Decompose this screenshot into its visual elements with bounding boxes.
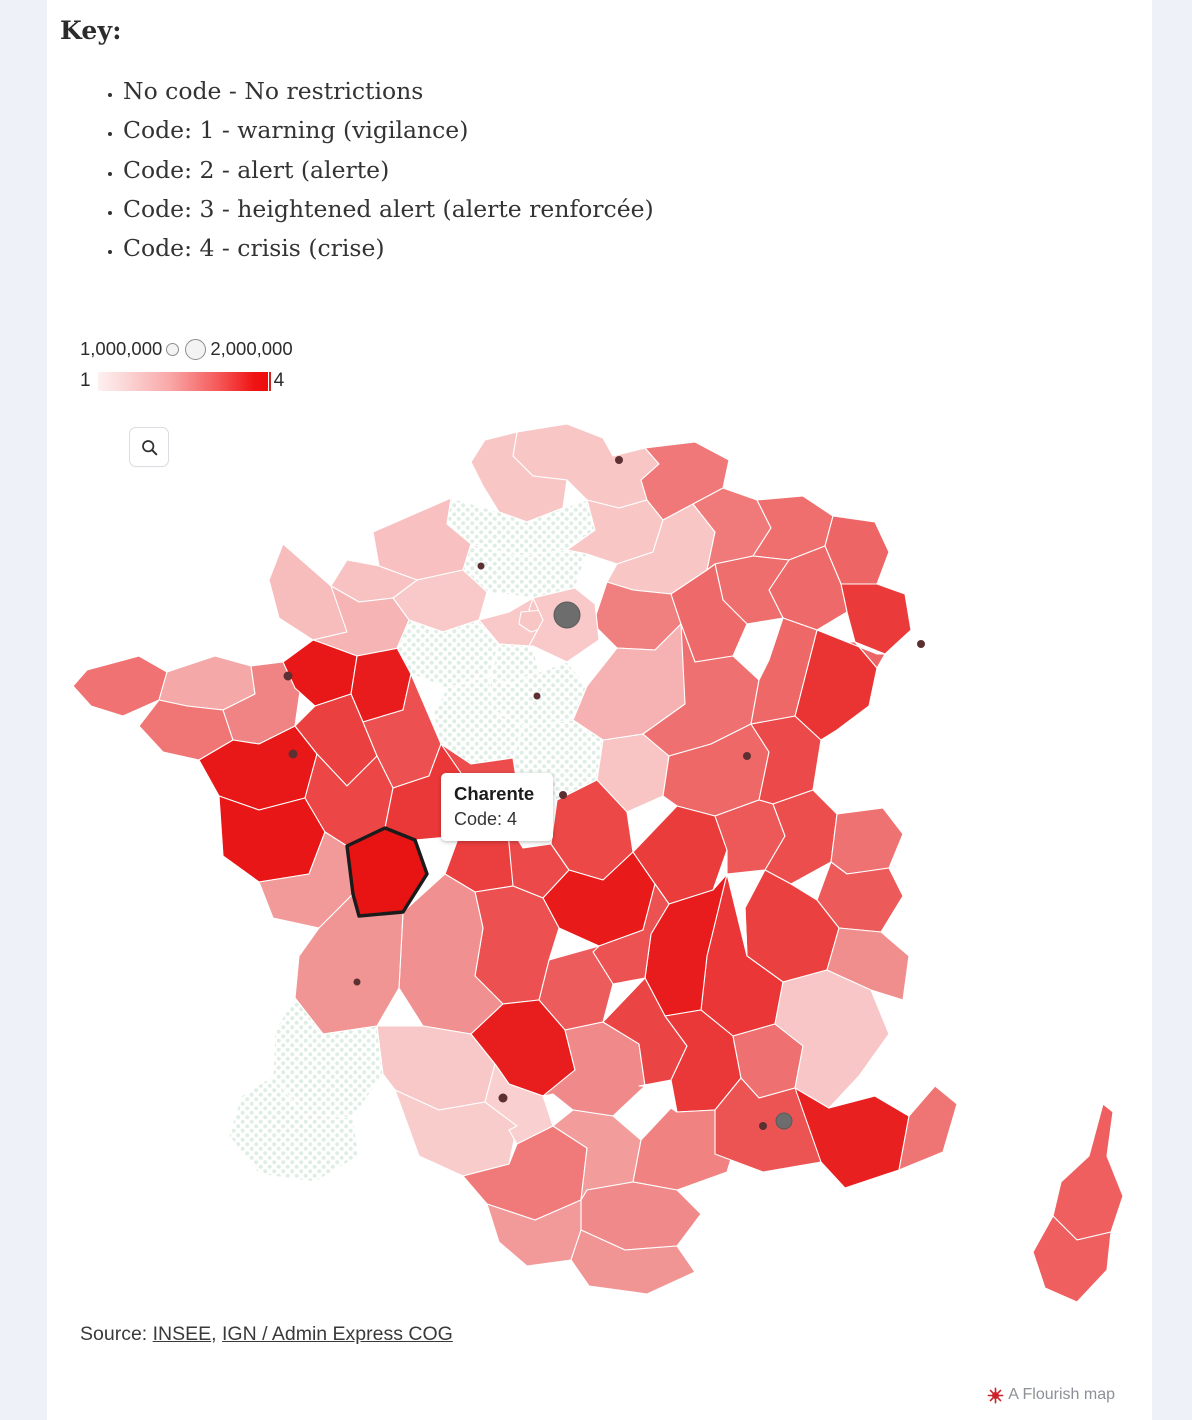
choropleth-map[interactable] [47, 404, 1152, 1304]
key-item: Code: 4 - crisis (crise) [123, 233, 654, 264]
source-link-ign[interactable]: IGN / Admin Express COG [222, 1323, 453, 1345]
legend-color-scale: 1 4 [80, 370, 500, 392]
map-region[interactable] [1052, 1103, 1124, 1241]
map-population-circle[interactable] [553, 601, 581, 629]
map-city-dot[interactable] [533, 692, 541, 700]
legend-size-scale: 1,000,000 2,000,000 [80, 336, 500, 362]
source-link-insee[interactable]: INSEE [153, 1323, 212, 1345]
source-separator: , [211, 1323, 222, 1345]
map-region[interactable] [218, 795, 326, 883]
tooltip-region-name: Charente [454, 783, 535, 804]
map-svg[interactable] [47, 404, 1152, 1304]
legend-small-circle-icon [166, 342, 180, 356]
map-city-dot[interactable] [743, 752, 751, 760]
map-population-circle[interactable] [775, 1112, 793, 1130]
map-tooltip: Charente Code: 4 [441, 773, 553, 842]
key-item: Code: 3 - heightened alert (alerte renfo… [123, 194, 654, 225]
legend-color-min-label: 1 [80, 370, 91, 391]
source-line: Source: INSEE, IGN / Admin Express COG [80, 1323, 453, 1346]
map-city-dot[interactable] [615, 456, 623, 464]
source-prefix: Source: [80, 1323, 153, 1345]
map-city-dot[interactable] [283, 671, 293, 681]
key-item: No code - No restrictions [123, 76, 654, 107]
map-city-dot[interactable] [759, 1122, 767, 1130]
flourish-credit[interactable]: A Flourish map [987, 1386, 1115, 1404]
key-item: Code: 2 - alert (alerte) [123, 155, 654, 186]
key-title: Key: [60, 16, 122, 45]
legend-large-circle-icon [185, 338, 207, 360]
map-card: Key: No code - No restrictions Code: 1 -… [47, 0, 1152, 1420]
tooltip-region-value: Code: 4 [454, 808, 518, 829]
flourish-starburst-icon [987, 1387, 1004, 1403]
map-city-dot[interactable] [353, 978, 361, 986]
map-region[interactable] [830, 807, 904, 875]
map-city-dot[interactable] [559, 791, 567, 799]
flourish-credit-label: A Flourish map [1008, 1386, 1115, 1403]
map-legend: 1,000,000 2,000,000 1 4 [80, 336, 500, 392]
map-city-dot[interactable] [288, 749, 298, 759]
legend-color-ramp-tick [268, 371, 271, 391]
legend-size-min-label: 1,000,000 [80, 338, 163, 359]
key-item: Code: 1 - warning (vigilance) [123, 115, 654, 146]
map-city-dot[interactable] [917, 640, 925, 648]
legend-color-ramp [97, 371, 268, 391]
map-city-dot[interactable] [477, 562, 485, 570]
legend-color-max-label: 4 [273, 370, 285, 391]
map-region[interactable] [794, 1087, 910, 1189]
map-city-dot[interactable] [498, 1093, 508, 1103]
legend-size-max-label: 2,000,000 [210, 338, 293, 359]
map-region[interactable] [72, 655, 168, 717]
key-list: No code - No restrictions Code: 1 - warn… [95, 76, 654, 272]
